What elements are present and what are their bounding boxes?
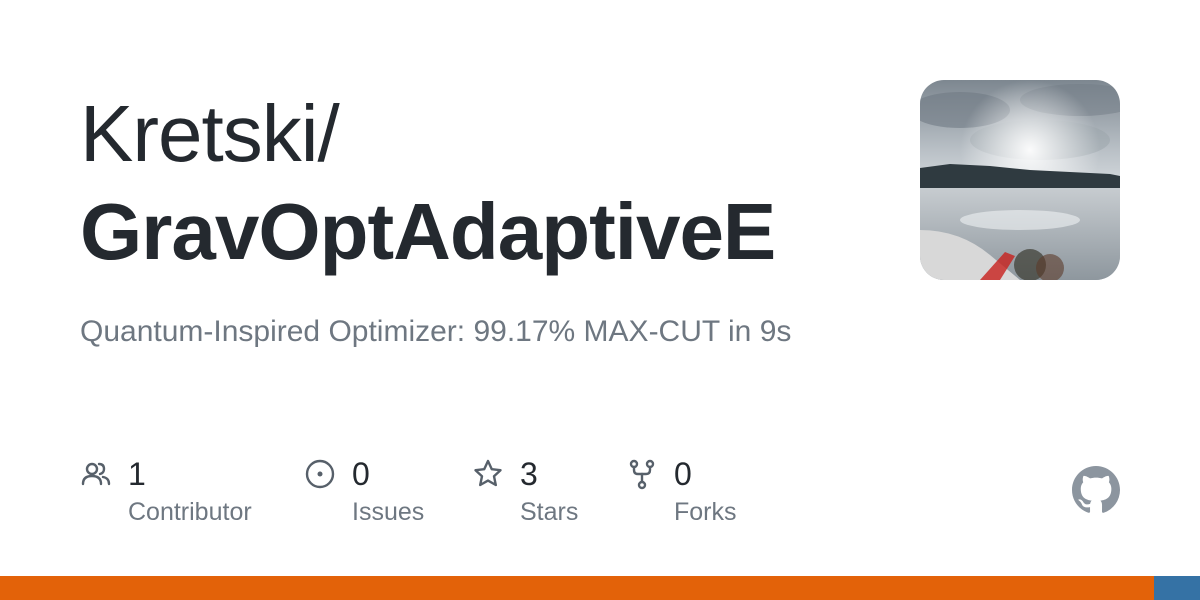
issues-count: 0 xyxy=(352,455,370,492)
contributors-label: Contributor xyxy=(128,498,252,526)
repo-owner[interactable]: Kretski/ xyxy=(80,88,340,180)
stars-count: 3 xyxy=(520,455,538,492)
stat-contributors[interactable]: 1 Contributor xyxy=(80,452,252,527)
issues-label: Issues xyxy=(352,498,425,526)
stat-issues[interactable]: 0 Issues xyxy=(304,452,424,527)
stat-forks[interactable]: 0 Forks xyxy=(626,452,737,527)
language-segment xyxy=(0,576,1155,600)
people-icon xyxy=(80,458,112,490)
forks-count: 0 xyxy=(674,455,692,492)
owner-avatar[interactable] xyxy=(920,80,1120,280)
repo-social-card: Kretski/ GravOptAdaptiveE Quantum-Inspir… xyxy=(0,0,1200,600)
language-bar xyxy=(0,576,1200,600)
repo-name[interactable]: GravOptAdaptiveE xyxy=(80,186,776,278)
issue-icon xyxy=(304,458,336,490)
avatar-image xyxy=(920,80,1120,280)
forks-label: Forks xyxy=(674,498,737,526)
repo-description: Quantum-Inspired Optimizer: 99.17% MAX-C… xyxy=(80,315,792,348)
contributors-count: 1 xyxy=(128,455,146,492)
stars-label: Stars xyxy=(520,498,579,526)
stat-stars[interactable]: 3 Stars xyxy=(472,452,578,527)
github-logo-icon[interactable] xyxy=(1072,466,1120,514)
star-icon xyxy=(472,458,504,490)
language-segment xyxy=(1154,576,1200,600)
fork-icon xyxy=(626,458,658,490)
